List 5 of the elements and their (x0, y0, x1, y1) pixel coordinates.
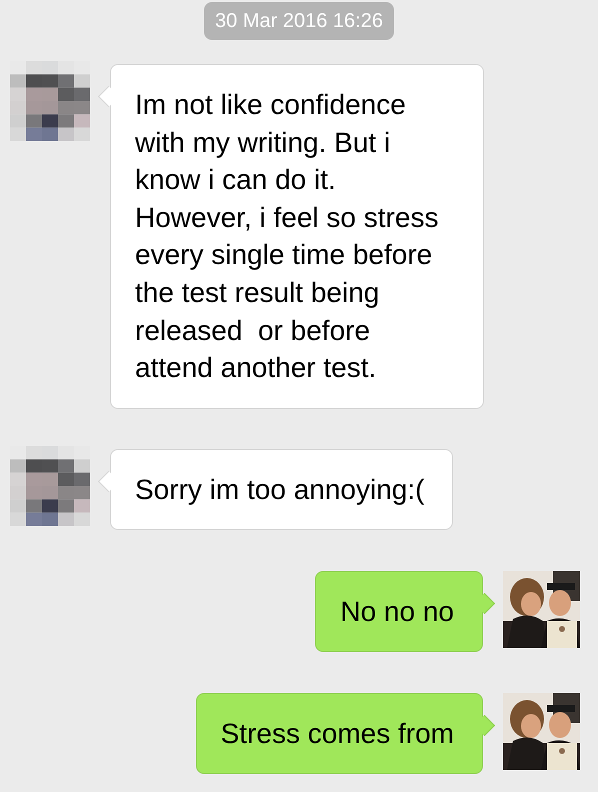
message-text: No no no (340, 594, 454, 629)
message-text: Sorry im too annoying:( (135, 472, 424, 507)
message-text: Im not like confidence with my writing. But i know i can do it. However, i feel so stress every single time before the test result being released or before attend another test. (135, 88, 440, 386)
message-text: Stress comes from (220, 716, 454, 751)
timestamp: 30 Mar 2016 16:26 (204, 2, 394, 40)
